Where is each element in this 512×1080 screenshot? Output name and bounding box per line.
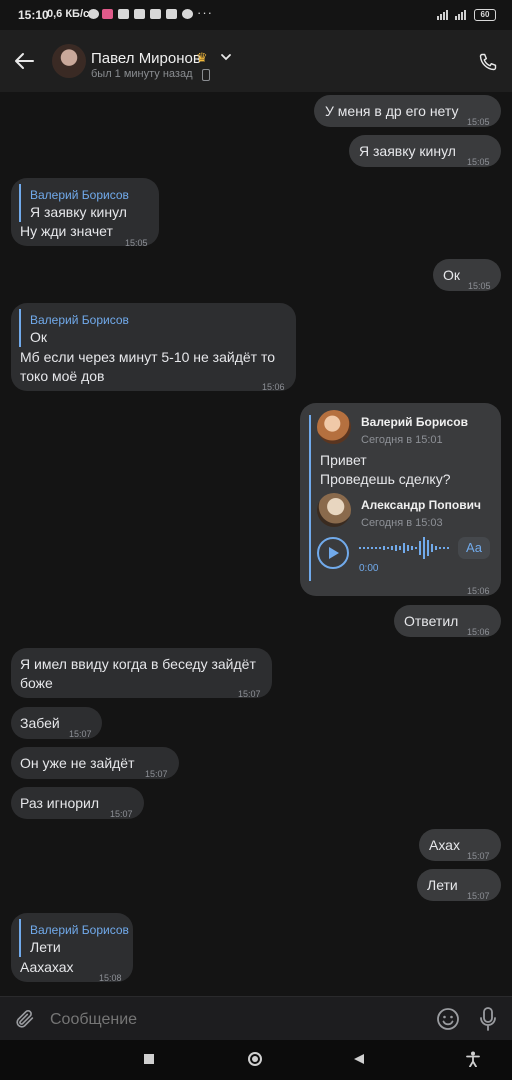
message-incoming[interactable]: Валерий Борисов Лети Аахахах 15:08	[11, 913, 133, 983]
message-text: Он уже не зайдёт	[20, 755, 135, 771]
message-text: Забей	[20, 715, 60, 731]
crown-icon: ♛	[196, 50, 208, 65]
youtube-icon	[166, 9, 177, 19]
nested-forward-date: Сегодня в 15:03	[361, 517, 443, 529]
message-time: 15:07	[110, 809, 133, 819]
network-speed: 0,6 КБ/с	[47, 8, 90, 20]
reply-text: Ок	[30, 329, 48, 345]
recents-button[interactable]	[144, 1054, 154, 1064]
home-dot-icon	[252, 1056, 258, 1062]
message-time: 15:07	[69, 729, 92, 739]
status-time: 15:10	[18, 8, 49, 22]
message-input[interactable]	[48, 1006, 422, 1034]
back-arrow-icon[interactable]	[14, 52, 34, 70]
youtube-icon	[118, 9, 129, 19]
message-time: 15:05	[468, 281, 491, 291]
reply-quote[interactable]: Валерий Борисов Я заявку кинул	[19, 184, 129, 222]
message-text: токо моё дов	[20, 368, 105, 384]
battery-icon: 60	[474, 9, 496, 21]
message-time: 15:06	[467, 586, 490, 596]
message-text: Ну жди значет	[20, 223, 113, 239]
message-outgoing[interactable]: У меня в др его нету 15:05	[314, 95, 501, 127]
avatar[interactable]	[317, 493, 351, 527]
message-incoming[interactable]: Он уже не зайдёт 15:07	[11, 747, 179, 779]
message-time: 15:05	[125, 238, 148, 248]
forward-author[interactable]: Валерий Борисов	[361, 412, 468, 432]
message-text: Я имел ввиду когда в беседу зайдёт	[20, 656, 256, 672]
home-button[interactable]	[248, 1052, 262, 1066]
play-icon	[329, 547, 339, 559]
last-seen-status: был 1 минуту назад	[91, 68, 193, 80]
phone-call-icon[interactable]	[478, 52, 498, 72]
message-outgoing[interactable]: Ок 15:05	[433, 259, 501, 291]
back-button[interactable]	[353, 1053, 365, 1065]
avatar[interactable]	[317, 410, 351, 444]
message-text: Мб если через минут 5-10 не зайдёт то	[20, 349, 276, 365]
play-button[interactable]	[317, 537, 349, 569]
message-time: 15:08	[99, 973, 122, 983]
message-outgoing[interactable]: Ответил 15:06	[394, 605, 501, 637]
more-notifications-icon: ···	[197, 5, 213, 20]
microphone-icon[interactable]	[478, 1006, 498, 1032]
message-time: 15:05	[467, 157, 490, 167]
mobile-icon	[202, 69, 210, 81]
reply-text: Я заявку кинул	[30, 204, 127, 220]
system-navigation-bar	[0, 1040, 512, 1080]
reply-quote[interactable]: Валерий Борисов Лети	[19, 919, 129, 957]
voice-duration: 0:00	[359, 563, 379, 574]
reply-text: Лети	[30, 939, 61, 955]
chat-header: Павел Миронов ♛ был 1 минуту назад	[0, 30, 512, 92]
emoji-icon[interactable]	[436, 1007, 460, 1031]
message-composer	[0, 996, 512, 1041]
avatar[interactable]	[52, 44, 86, 78]
reply-quote[interactable]: Валерий Борисов Ок	[19, 309, 129, 347]
message-time: 15:07	[145, 769, 168, 779]
forward-text: Проведешь сделку?	[320, 471, 451, 487]
chevron-down-icon[interactable]	[220, 53, 232, 61]
message-text: У меня в др его нету	[325, 103, 459, 119]
message-text: Раз игнорил	[20, 795, 100, 811]
message-incoming[interactable]: Забей 15:07	[11, 707, 102, 739]
chat-icon	[182, 9, 193, 19]
contact-name[interactable]: Павел Миронов	[91, 50, 201, 67]
forward-line	[309, 415, 311, 581]
paperclip-icon[interactable]	[14, 1007, 36, 1031]
signal-icon	[437, 9, 448, 20]
message-forwarded[interactable]: Валерий Борисов Сегодня в 15:01 Привет П…	[300, 403, 501, 596]
message-text: Я заявку кинул	[359, 143, 456, 159]
message-time: 15:06	[467, 627, 490, 637]
forward-date: Сегодня в 15:01	[361, 434, 443, 446]
message-text: Ответил	[404, 613, 459, 629]
message-text: Ок	[443, 267, 461, 283]
message-incoming[interactable]: Я имел ввиду когда в беседу зайдёт боже …	[11, 648, 272, 699]
message-outgoing[interactable]: Ахах 15:07	[419, 829, 501, 861]
accessibility-icon[interactable]	[466, 1051, 480, 1067]
message-outgoing[interactable]: Я заявку кинул 15:05	[349, 135, 501, 167]
app-notification-icon	[102, 9, 113, 19]
message-text: Лети	[427, 877, 458, 893]
message-outgoing[interactable]: Лети 15:07	[417, 869, 501, 901]
youtube-icon	[134, 9, 145, 19]
voice-waveform[interactable]	[359, 536, 453, 560]
nested-forward-author[interactable]: Александр Попович	[361, 495, 481, 515]
message-text: Аахахах	[20, 959, 74, 975]
signal-icon	[455, 9, 466, 20]
message-incoming[interactable]: Валерий Борисов Я заявку кинул Ну жди зн…	[11, 178, 159, 248]
message-text: Ахах	[429, 837, 460, 853]
message-incoming[interactable]: Валерий Борисов Ок Мб если через минут 5…	[11, 303, 296, 392]
message-time: 15:06	[262, 382, 285, 392]
message-time: 15:07	[467, 891, 490, 901]
message-incoming[interactable]: Раз игнорил 15:07	[11, 787, 144, 819]
message-time: 15:07	[238, 689, 261, 699]
whatsapp-icon	[88, 9, 99, 19]
forward-text: Привет	[320, 452, 367, 468]
transcribe-button[interactable]: Aa	[458, 537, 490, 559]
youtube-icon	[150, 9, 161, 19]
message-time: 15:05	[467, 117, 490, 127]
status-bar: 15:10 0,6 КБ/с ··· 60	[0, 0, 512, 30]
message-time: 15:07	[467, 851, 490, 861]
message-text: боже	[20, 675, 53, 691]
